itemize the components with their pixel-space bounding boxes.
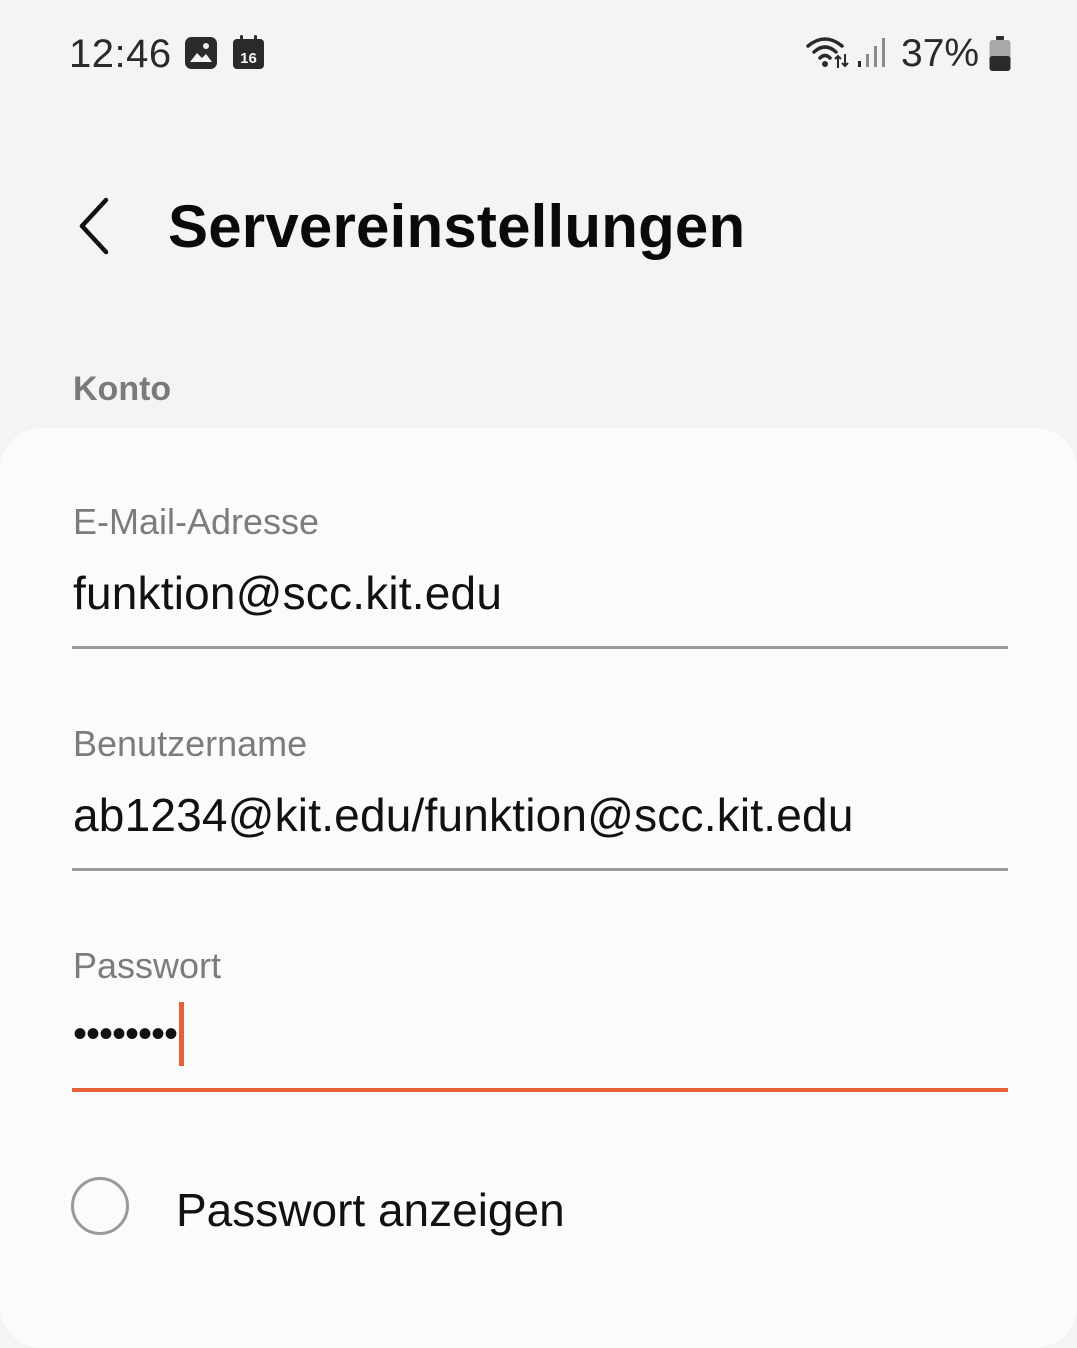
chevron-left-icon xyxy=(79,197,109,255)
wifi-icon xyxy=(806,37,849,68)
back-button[interactable] xyxy=(62,186,132,266)
email-label: E-Mail-Adresse xyxy=(73,501,320,542)
calendar-icon: 16 xyxy=(233,35,264,69)
email-field[interactable]: funktion@scc.kit.edu xyxy=(73,565,502,621)
battery-percent: 37% xyxy=(901,32,980,75)
signal-icon xyxy=(858,38,885,67)
password-masked-value: •••••••• xyxy=(73,1011,178,1056)
status-bar: 12:46 16 37% xyxy=(0,0,1077,110)
username-underline xyxy=(72,868,1008,871)
password-field[interactable]: •••••••• xyxy=(73,1002,185,1066)
password-label: Passwort xyxy=(73,945,222,986)
email-underline xyxy=(72,646,1008,649)
username-label: Benutzername xyxy=(73,723,308,764)
username-field[interactable]: ab1234@kit.edu/funktion@scc.kit.edu xyxy=(73,787,854,843)
text-cursor xyxy=(179,1002,185,1066)
page-title: Servereinstellungen xyxy=(168,193,746,260)
show-password-checkbox[interactable] xyxy=(71,1177,129,1235)
calendar-date: 16 xyxy=(240,50,257,67)
password-underline xyxy=(72,1088,1008,1092)
status-time: 12:46 xyxy=(69,32,172,76)
battery-icon xyxy=(989,36,1011,71)
show-password-label[interactable]: Passwort anzeigen xyxy=(176,1182,565,1238)
gallery-icon xyxy=(185,37,217,69)
section-title: Konto xyxy=(73,370,172,408)
